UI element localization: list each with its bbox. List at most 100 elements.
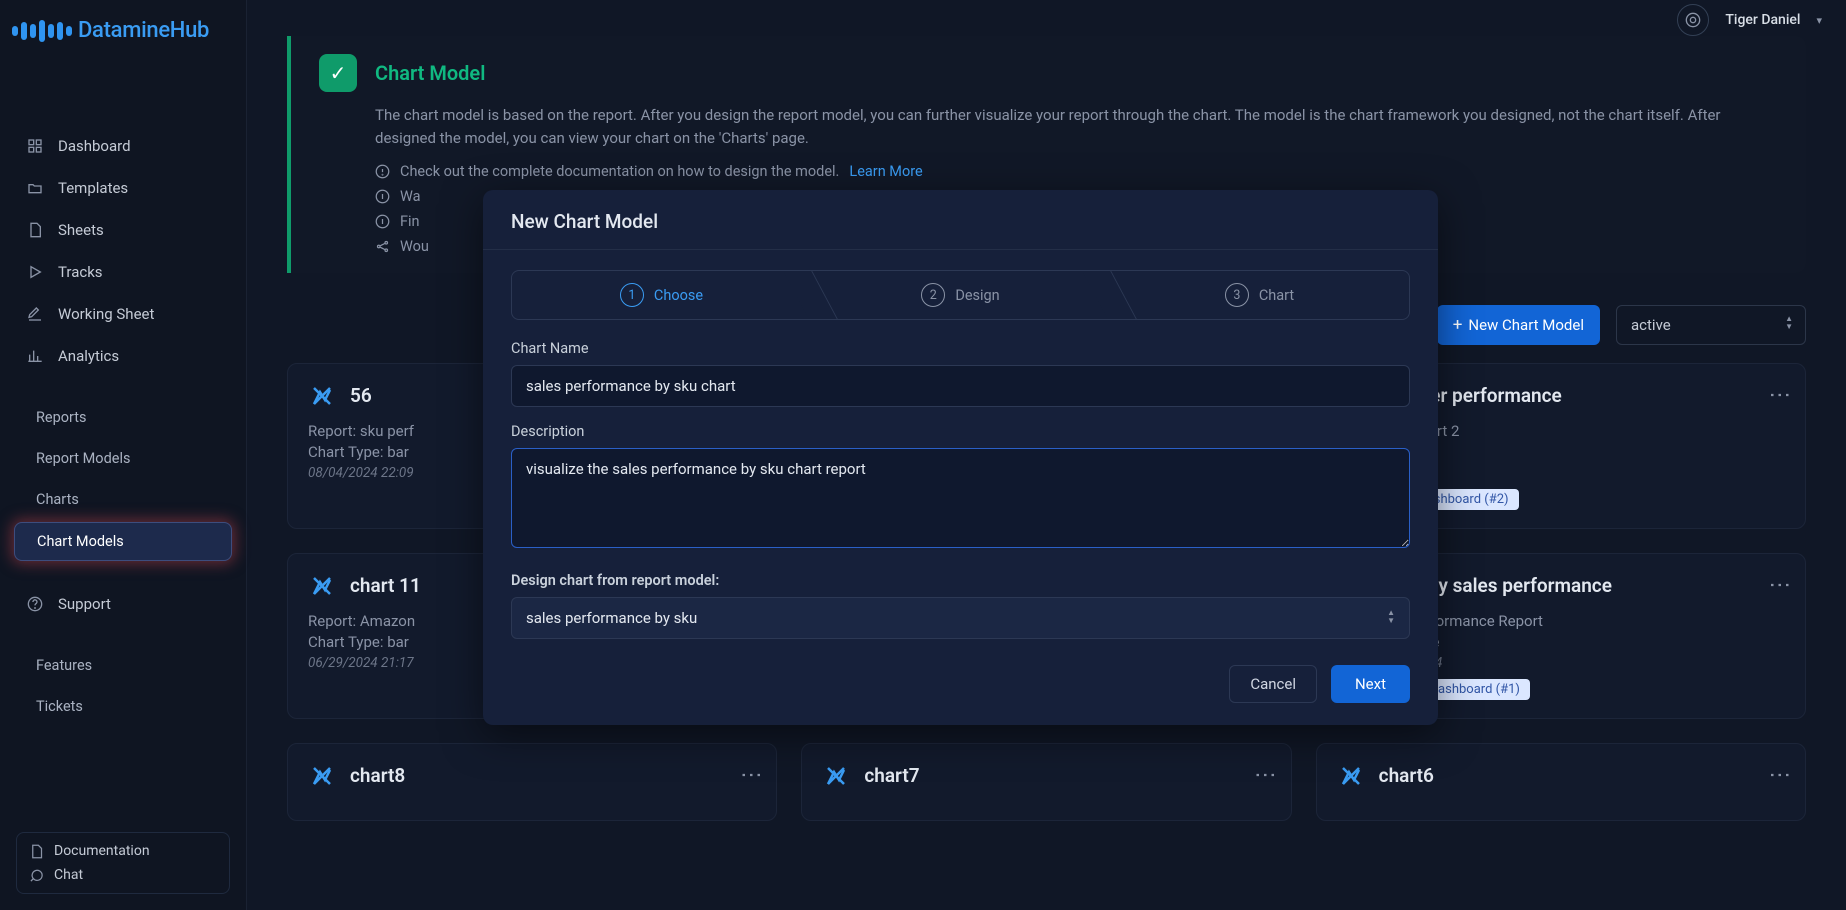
sidebar-item-reports[interactable]: Reports — [14, 399, 232, 436]
chart-icon — [822, 762, 850, 790]
new-chart-model-modal: New Chart Model 1 Choose 2 Design 3 Char… — [483, 190, 1438, 725]
more-menu-icon[interactable]: ⋮ — [1774, 764, 1785, 787]
card-title: chart 11 — [350, 574, 421, 597]
card-title: chart6 — [1379, 764, 1434, 787]
page-title: Chart Model — [375, 61, 485, 85]
updown-caret-icon: ▲▼ — [1785, 315, 1793, 330]
file-icon — [26, 221, 44, 239]
sidebar-item-analytics[interactable]: Analytics — [14, 337, 232, 375]
sidebar-item-support[interactable]: Support — [14, 585, 232, 623]
logo-text: DatamineHub — [78, 18, 209, 43]
sidebar: DatamineHub Dashboard Templates Sheets T… — [0, 0, 247, 910]
chart-model-card[interactable]: chart6 ⋮ — [1316, 743, 1806, 821]
sidebar-item-label: Reports — [36, 409, 87, 426]
description-textarea[interactable] — [511, 448, 1410, 548]
plus-icon: + — [1453, 315, 1463, 335]
sidebar-item-label: Report Models — [36, 450, 130, 467]
sidebar-item-label: Sheets — [58, 221, 104, 239]
stepper: 1 Choose 2 Design 3 Chart — [511, 270, 1410, 320]
chart-icon — [308, 382, 336, 410]
support-label: Documentation — [54, 843, 150, 859]
button-label: New Chart Model — [1468, 316, 1584, 334]
info-icon — [375, 214, 390, 229]
card-title: 56 — [350, 384, 372, 407]
sidebar-item-working-sheet[interactable]: Working Sheet — [14, 295, 232, 333]
documentation-link[interactable]: Documentation — [29, 843, 217, 859]
sidebar-item-dashboard[interactable]: Dashboard — [14, 127, 232, 165]
sidebar-item-tracks[interactable]: Tracks — [14, 253, 232, 291]
card-title: chart7 — [864, 764, 919, 787]
sidebar-item-label: Features — [36, 657, 92, 674]
sidebar-item-chart-models[interactable]: Chart Models — [14, 522, 232, 561]
doc-line: Check out the complete documentation on … — [400, 163, 839, 180]
step-label: Design — [955, 287, 999, 304]
step-design[interactable]: 2 Design — [811, 271, 1110, 319]
sidebar-item-label: Support — [58, 595, 111, 613]
status-filter-select[interactable]: active ▲▼ — [1616, 305, 1806, 345]
modal-title: New Chart Model — [483, 190, 1438, 250]
hint-text: Fin — [400, 213, 420, 230]
design-from-label: Design chart from report model: — [511, 572, 1410, 589]
intro-description: The chart model is based on the report. … — [375, 104, 1755, 151]
sidebar-item-features[interactable]: Features — [14, 647, 232, 684]
help-circle-icon — [375, 164, 390, 179]
folder-icon — [26, 179, 44, 197]
learn-more-link[interactable]: Learn More — [849, 163, 922, 180]
chart-icon — [308, 572, 336, 600]
logo[interactable]: DatamineHub — [0, 0, 246, 67]
sidebar-item-label: Tracks — [58, 263, 103, 281]
chart-model-card[interactable]: chart7 ⋮ — [801, 743, 1291, 821]
check-badge-icon: ✓ — [319, 54, 357, 92]
chat-icon — [29, 868, 44, 883]
sidebar-item-label: Templates — [58, 179, 128, 197]
updown-caret-icon: ▲▼ — [1387, 609, 1395, 624]
more-menu-icon[interactable]: ⋮ — [745, 764, 756, 787]
step-number: 1 — [620, 283, 644, 307]
cancel-button[interactable]: Cancel — [1229, 665, 1317, 703]
play-icon — [26, 263, 44, 281]
sidebar-item-tickets[interactable]: Tickets — [14, 688, 232, 725]
chart-model-card[interactable]: chart8 ⋮ — [287, 743, 777, 821]
more-menu-icon[interactable]: ⋮ — [1774, 384, 1785, 407]
sidebar-item-label: Charts — [36, 491, 79, 508]
more-menu-icon[interactable]: ⋮ — [1774, 574, 1785, 597]
step-chart[interactable]: 3 Chart — [1110, 271, 1409, 319]
sidebar-item-report-models[interactable]: Report Models — [14, 440, 232, 477]
select-value: sales performance by sku — [526, 609, 697, 627]
chart-icon — [308, 762, 336, 790]
chart-name-input[interactable] — [511, 365, 1410, 407]
sidebar-item-label: Tickets — [36, 698, 83, 715]
sidebar-item-label: Dashboard — [58, 137, 131, 155]
chat-link[interactable]: Chat — [29, 867, 217, 883]
grid-icon — [26, 137, 44, 155]
more-menu-icon[interactable]: ⋮ — [1260, 764, 1271, 787]
chart-name-label: Chart Name — [511, 340, 1410, 357]
sidebar-item-label: Working Sheet — [58, 305, 154, 323]
support-card: Documentation Chat — [16, 832, 230, 894]
edit-line-icon — [26, 305, 44, 323]
step-label: Choose — [654, 287, 703, 304]
share-icon — [375, 239, 390, 254]
step-number: 2 — [921, 283, 945, 307]
logo-bars-icon — [12, 20, 72, 42]
description-label: Description — [511, 423, 1410, 440]
sidebar-item-label: Chart Models — [37, 533, 124, 550]
info-icon — [375, 189, 390, 204]
support-label: Chat — [54, 867, 83, 883]
new-chart-model-button[interactable]: + New Chart Model — [1437, 305, 1600, 345]
sidebar-item-templates[interactable]: Templates — [14, 169, 232, 207]
report-model-select[interactable]: sales performance by sku ▲▼ — [511, 597, 1410, 639]
select-value: active — [1631, 316, 1671, 334]
hint-text: Wa — [400, 188, 421, 205]
bars-icon — [26, 347, 44, 365]
card-title: chart8 — [350, 764, 405, 787]
next-button[interactable]: Next — [1331, 665, 1410, 703]
sidebar-item-sheets[interactable]: Sheets — [14, 211, 232, 249]
help-circle-icon — [26, 595, 44, 613]
file-icon — [29, 844, 44, 859]
step-choose[interactable]: 1 Choose — [512, 271, 811, 319]
sidebar-item-label: Analytics — [58, 347, 119, 365]
sidebar-item-charts[interactable]: Charts — [14, 481, 232, 518]
step-number: 3 — [1225, 283, 1249, 307]
step-label: Chart — [1259, 287, 1294, 304]
